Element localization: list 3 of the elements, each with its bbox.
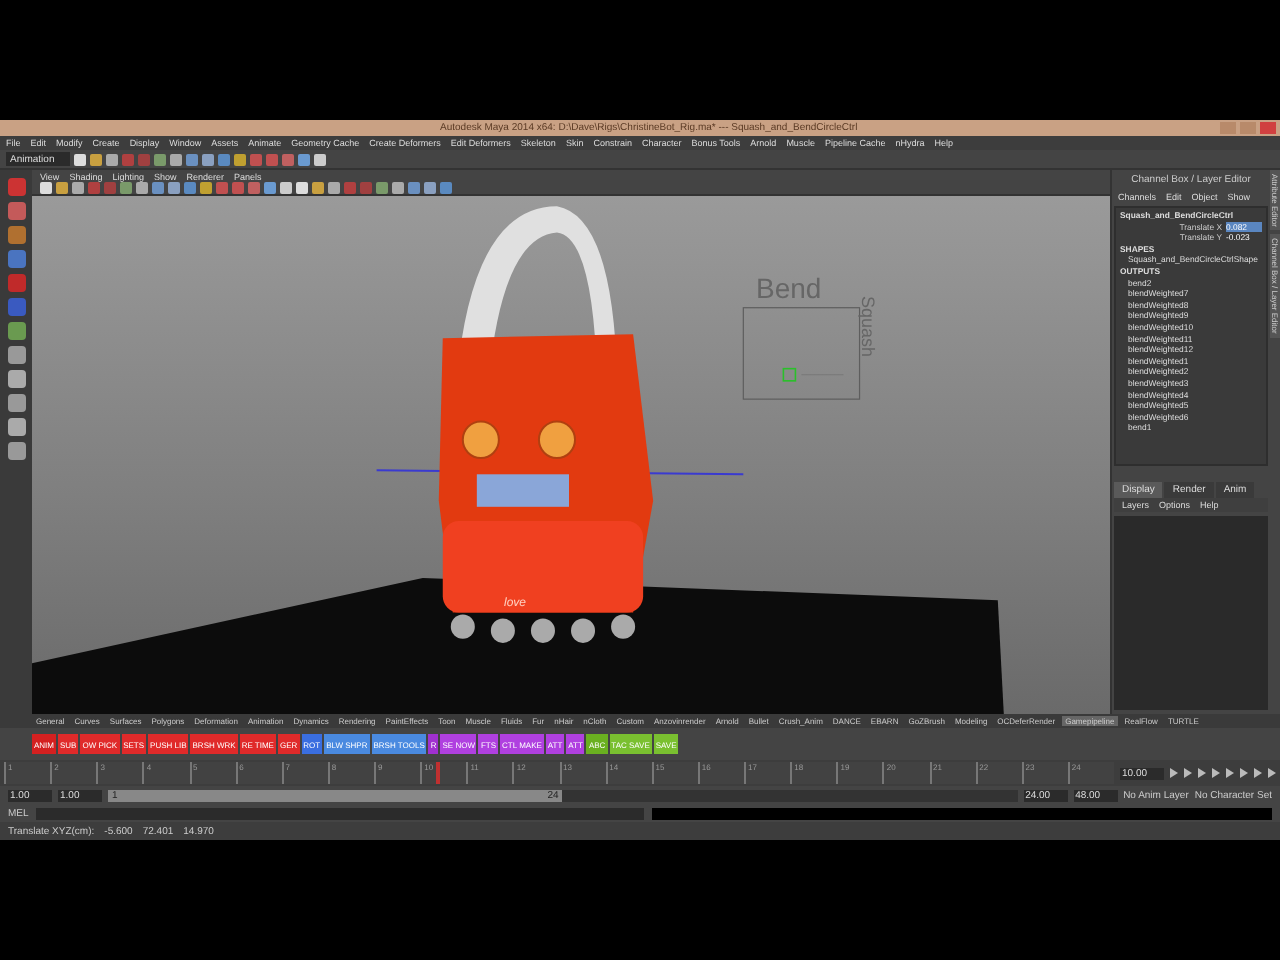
current-time-marker[interactable]: [436, 762, 441, 784]
command-field[interactable]: [36, 807, 644, 819]
control-curve-drawing: [742, 307, 861, 400]
